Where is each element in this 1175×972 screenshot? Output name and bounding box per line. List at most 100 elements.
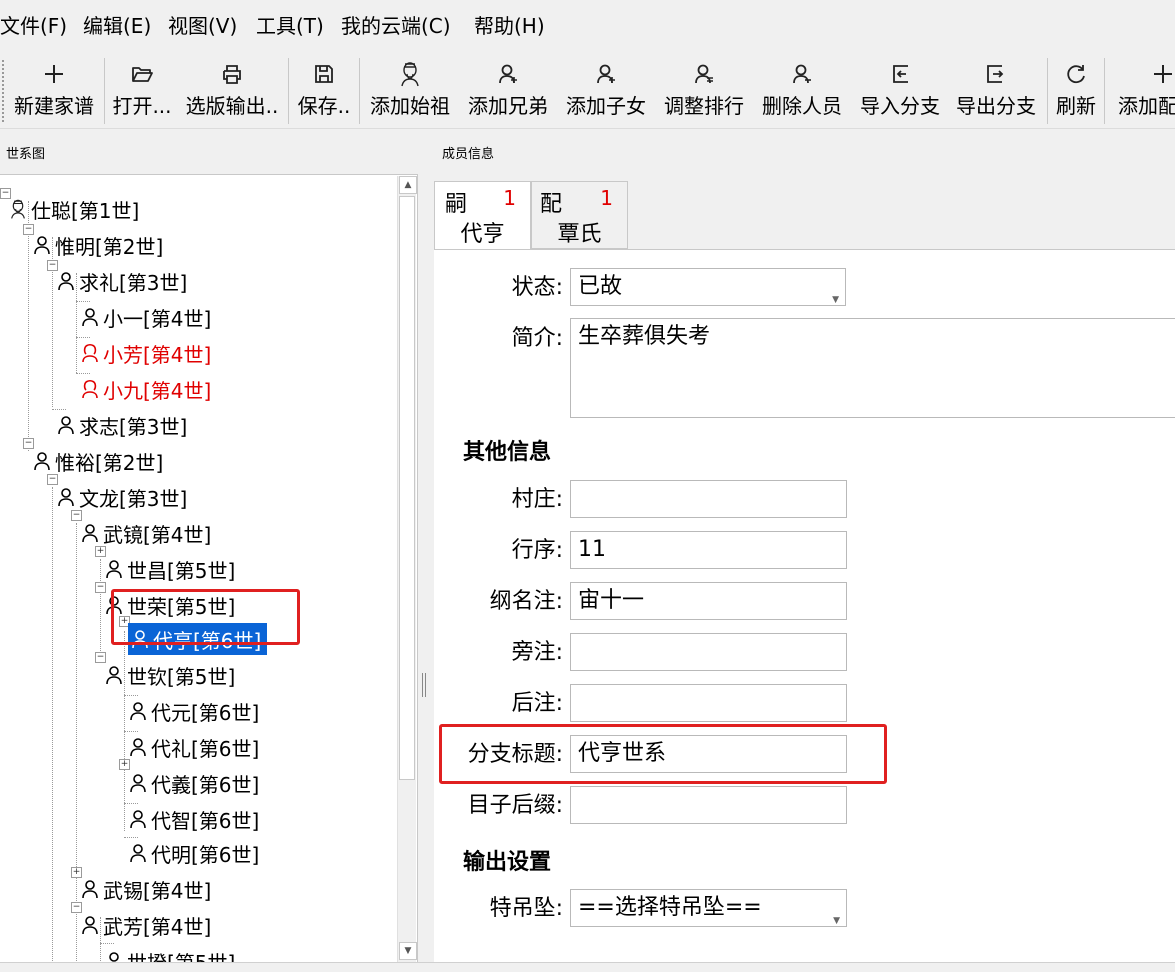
tree-node[interactable]: 代義[第6世] <box>128 767 259 799</box>
toolbar-separator <box>1104 58 1105 124</box>
suffix-input[interactable] <box>570 786 847 824</box>
add-child-icon <box>558 60 654 88</box>
side-note-input[interactable] <box>570 633 847 671</box>
tree-node[interactable]: 仕聪[第1世] <box>8 193 139 225</box>
menu-file[interactable]: 文件(F) <box>0 13 67 39</box>
add-spouse-button[interactable]: 添加配 <box>1110 52 1175 128</box>
male-person-icon <box>128 701 151 721</box>
chevron-down-icon: ▼ <box>832 295 839 305</box>
special-pendant-label: 特吊坠: <box>489 896 563 921</box>
village-label: 村庄: <box>511 487 563 512</box>
tree-node-label: 小一[第4世] <box>103 306 212 331</box>
tree-node[interactable]: 武锡[第4世] <box>80 873 211 905</box>
tree-node[interactable]: 惟裕[第2世] <box>32 445 163 477</box>
delete-person-button[interactable]: 删除人员 <box>754 52 850 128</box>
add-child-label: 添加子女 <box>566 94 646 118</box>
scrollbar-thumb[interactable] <box>399 196 415 780</box>
male-person-icon <box>128 809 151 829</box>
tree-node[interactable]: 小一[第4世] <box>80 301 211 333</box>
delete-person-label: 删除人员 <box>762 94 842 118</box>
tree-line <box>28 201 29 451</box>
tree-line <box>52 487 53 964</box>
add-sibling-label: 添加兄弟 <box>468 94 548 118</box>
tree-node[interactable]: 小九[第4世] <box>80 373 211 405</box>
menu-my-cloud[interactable]: 我的云端(C) <box>341 13 451 39</box>
tree-node-label: 惟裕[第2世] <box>55 450 164 475</box>
special-pendant-select[interactable]: ==选择特吊坠== ▼ <box>570 889 847 927</box>
refresh-button[interactable]: 刷新 <box>1050 52 1102 128</box>
chevron-down-icon: ▼ <box>833 916 840 926</box>
toolbar-separator <box>359 58 360 124</box>
female-person-icon <box>80 343 103 363</box>
tab-spouse-count: 1 <box>600 186 613 210</box>
tree-node[interactable]: 求志[第3世] <box>56 409 187 441</box>
import-branch-button[interactable]: 导入分支 <box>852 52 948 128</box>
tree-scrollbar[interactable]: ▲ ▼ <box>397 176 417 962</box>
tree-node[interactable]: 武镜[第4世] <box>80 517 211 549</box>
select-export-button[interactable]: 选版输出.. <box>178 52 286 128</box>
menu-view[interactable]: 视图(V) <box>168 13 237 39</box>
save-button[interactable]: 保存.. <box>292 52 356 128</box>
tree-node[interactable]: 世钦[第5世] <box>104 659 235 691</box>
tree-node[interactable]: 代明[第6世] <box>128 837 259 869</box>
scroll-down-arrow-icon[interactable]: ▼ <box>399 942 417 960</box>
scroll-up-arrow-icon[interactable]: ▲ <box>399 176 417 194</box>
male-person-icon <box>80 915 103 935</box>
status-value: 已故 <box>578 274 623 299</box>
refresh-icon <box>1050 60 1102 88</box>
intro-textarea[interactable]: 生卒葬俱失考 <box>570 318 1175 418</box>
tree-node[interactable]: 代礼[第6世] <box>128 731 259 763</box>
suffix-label: 目子后缀: <box>467 793 563 818</box>
add-spouse-label: 添加配 <box>1118 94 1175 118</box>
tree-node-label: 求志[第3世] <box>79 414 188 439</box>
output-settings-heading: 输出设置 <box>463 850 552 875</box>
other-info-heading: 其他信息 <box>463 440 552 465</box>
add-child-button[interactable]: 添加子女 <box>558 52 654 128</box>
tab-spouse-type: 配 <box>540 192 563 217</box>
male-person-icon <box>104 665 127 685</box>
menu-tools[interactable]: 工具(T) <box>256 13 324 39</box>
tab-heir[interactable]: 嗣 1 代亨 <box>434 181 531 250</box>
export-branch-label: 导出分支 <box>956 94 1036 118</box>
village-input[interactable] <box>570 480 847 518</box>
tree-node[interactable]: 文龙[第3世] <box>56 481 187 513</box>
tree-node[interactable]: 代元[第6世] <box>128 695 259 727</box>
panel-splitter[interactable] <box>418 136 432 962</box>
reorder-label: 调整排行 <box>664 94 744 118</box>
male-person-icon <box>56 487 79 507</box>
splitter-grip <box>422 673 426 697</box>
add-ancestor-label: 添加始祖 <box>370 94 450 118</box>
male-person-icon <box>32 235 55 255</box>
genealogy-tree[interactable]: − − − − − − + − + − + + − 仕聪[第1世] 惟明[第2世]… <box>0 174 418 964</box>
menu-bar: 文件(F) 编辑(E) 视图(V) 工具(T) 我的云端(C) 帮助(H) <box>0 0 1175 52</box>
male-person-icon <box>128 843 151 863</box>
import-branch-label: 导入分支 <box>860 94 940 118</box>
order-value: 11 <box>578 537 606 562</box>
tab-spouse[interactable]: 配 1 覃氏 <box>531 181 628 249</box>
gangming-value: 宙十一 <box>578 588 645 613</box>
status-label: 状态: <box>511 275 563 300</box>
status-select[interactable]: 已故 ▼ <box>570 268 846 306</box>
reorder-button[interactable]: 调整排行 <box>656 52 752 128</box>
tree-node[interactable]: 武芳[第4世] <box>80 909 211 941</box>
tree-node-label: 代義[第6世] <box>151 772 260 797</box>
tree-node[interactable]: 代智[第6世] <box>128 803 259 835</box>
tree-node[interactable]: 世昌[第5世] <box>104 553 235 585</box>
add-ancestor-button[interactable]: 添加始祖 <box>362 52 458 128</box>
post-note-input[interactable] <box>570 684 847 722</box>
add-sibling-button[interactable]: 添加兄弟 <box>460 52 556 128</box>
tree-node-label: 代智[第6世] <box>151 808 260 833</box>
tree-node[interactable]: 惟明[第2世] <box>32 229 163 261</box>
menu-edit[interactable]: 编辑(E) <box>83 13 151 39</box>
tree-node[interactable]: 求礼[第3世] <box>56 265 187 297</box>
post-note-label: 后注: <box>511 691 563 716</box>
menu-help[interactable]: 帮助(H) <box>474 13 545 39</box>
export-branch-button[interactable]: 导出分支 <box>948 52 1044 128</box>
gangming-input[interactable]: 宙十一 <box>570 582 847 620</box>
printer-icon <box>178 60 286 88</box>
open-button[interactable]: 打开... <box>108 52 176 128</box>
tab-heir-name: 代亨 <box>460 222 505 247</box>
tree-node[interactable]: 小芳[第4世] <box>80 337 211 369</box>
new-genealogy-button[interactable]: 新建家谱 <box>6 52 102 128</box>
order-input[interactable]: 11 <box>570 531 847 569</box>
